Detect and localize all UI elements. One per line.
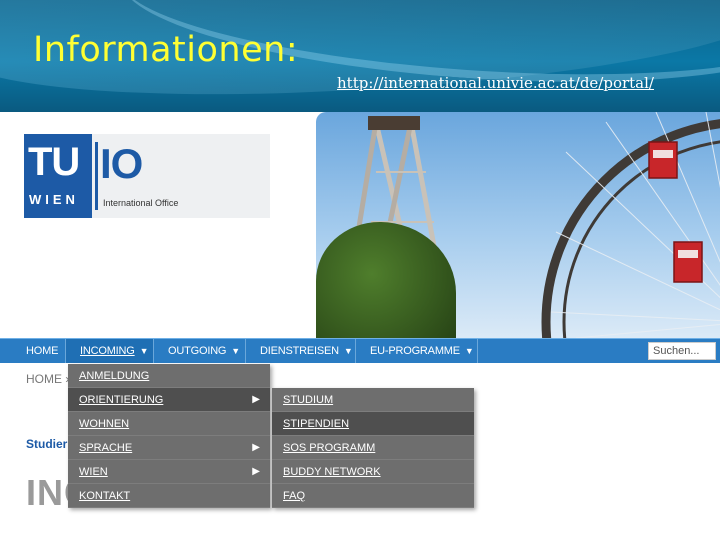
- menu-item-label: ORIENTIERUNG: [79, 394, 164, 406]
- triangle-right-icon: ▶: [252, 466, 260, 477]
- menu-item-label: ANMELDUNG: [79, 370, 150, 382]
- triangle-down-icon: ▼: [464, 346, 474, 356]
- ferris-wheel-photo: [316, 112, 720, 338]
- logo-subtitle: International Office: [103, 198, 179, 208]
- nav-dienstreisen-label: DIENSTREISEN: [260, 345, 339, 357]
- submenu-item-studium[interactable]: STUDIUM: [272, 388, 474, 412]
- incoming-dropdown-menu: ANMELDUNG ORIENTIERUNG ▶ WOHNEN SPRACHE …: [68, 364, 270, 508]
- nav-outgoing-label: OUTGOING: [168, 345, 227, 357]
- menu-item-sprache[interactable]: SPRACHE ▶: [68, 436, 270, 460]
- menu-item-kontakt[interactable]: KONTAKT: [68, 484, 270, 508]
- nav-eu-programme[interactable]: EU-PROGRAMME ▼: [356, 339, 478, 363]
- slide-header: Informationen: http://international.univ…: [0, 0, 720, 112]
- wheel-inner-rim: [562, 140, 720, 338]
- submenu-item-label: STIPENDIEN: [283, 418, 350, 430]
- submenu-item-label: FAQ: [283, 490, 306, 502]
- submenu-item-faq[interactable]: FAQ: [272, 484, 474, 508]
- website-screenshot: TU WIEN IO International Office HOME INC…: [0, 112, 720, 540]
- triangle-down-icon: ▼: [139, 346, 149, 356]
- menu-item-wohnen[interactable]: WOHNEN: [68, 412, 270, 436]
- wheel-rim: [541, 119, 720, 338]
- menu-item-label: SPRACHE: [79, 442, 133, 454]
- triangle-down-icon: ▼: [343, 346, 353, 356]
- logo-io-text: IO: [100, 140, 143, 187]
- gondola-2: [673, 241, 703, 283]
- nav-incoming[interactable]: INCOMING ▼: [66, 339, 154, 363]
- menu-item-wien[interactable]: WIEN ▶: [68, 460, 270, 484]
- menu-item-label: WIEN: [79, 466, 108, 478]
- gondola-1: [648, 141, 678, 179]
- triangle-down-icon: ▼: [231, 346, 241, 356]
- menu-item-anmeldung[interactable]: ANMELDUNG: [68, 364, 270, 388]
- nav-home[interactable]: HOME: [12, 339, 66, 363]
- breadcrumb[interactable]: HOME »: [26, 372, 72, 386]
- menu-item-label: WOHNEN: [79, 418, 130, 430]
- tu-io-logo[interactable]: TU WIEN IO International Office: [24, 134, 270, 218]
- submenu-item-sos-programm[interactable]: SOS PROGRAMM: [272, 436, 474, 460]
- logo-tu-text: TU: [28, 140, 80, 184]
- nav-incoming-label: INCOMING: [80, 345, 135, 357]
- logo-divider: [95, 142, 98, 210]
- tu-wien-logo-box: TU WIEN: [24, 134, 92, 218]
- submenu-item-label: BUDDY NETWORK: [283, 466, 381, 478]
- portal-link[interactable]: http://international.univie.ac.at/de/por…: [337, 74, 654, 92]
- menu-item-label: KONTAKT: [79, 490, 131, 502]
- side-label[interactable]: Studier: [26, 437, 67, 451]
- main-nav: HOME INCOMING ▼ OUTGOING ▼ DIENSTREISEN ▼ E…: [0, 338, 720, 363]
- menu-item-orientierung[interactable]: ORIENTIERUNG ▶: [68, 388, 270, 412]
- nav-eu-programme-label: EU-PROGRAMME: [370, 345, 460, 357]
- triangle-right-icon: ▶: [252, 394, 260, 405]
- nav-home-label: HOME: [26, 345, 59, 357]
- nav-outgoing[interactable]: OUTGOING ▼: [154, 339, 246, 363]
- search-input[interactable]: Suchen...: [648, 342, 716, 360]
- triangle-right-icon: ▶: [252, 442, 260, 453]
- submenu-item-label: SOS PROGRAMM: [283, 442, 376, 454]
- submenu-item-buddy-network[interactable]: BUDDY NETWORK: [272, 460, 474, 484]
- logo-wien-text: WIEN: [29, 192, 79, 207]
- submenu-item-stipendien[interactable]: STIPENDIEN: [272, 412, 474, 436]
- orientierung-submenu: STUDIUM STIPENDIEN SOS PROGRAMM BUDDY NE…: [272, 388, 474, 508]
- submenu-item-label: STUDIUM: [283, 394, 334, 406]
- slide-title: Informationen:: [33, 30, 299, 70]
- nav-dienstreisen[interactable]: DIENSTREISEN ▼: [246, 339, 356, 363]
